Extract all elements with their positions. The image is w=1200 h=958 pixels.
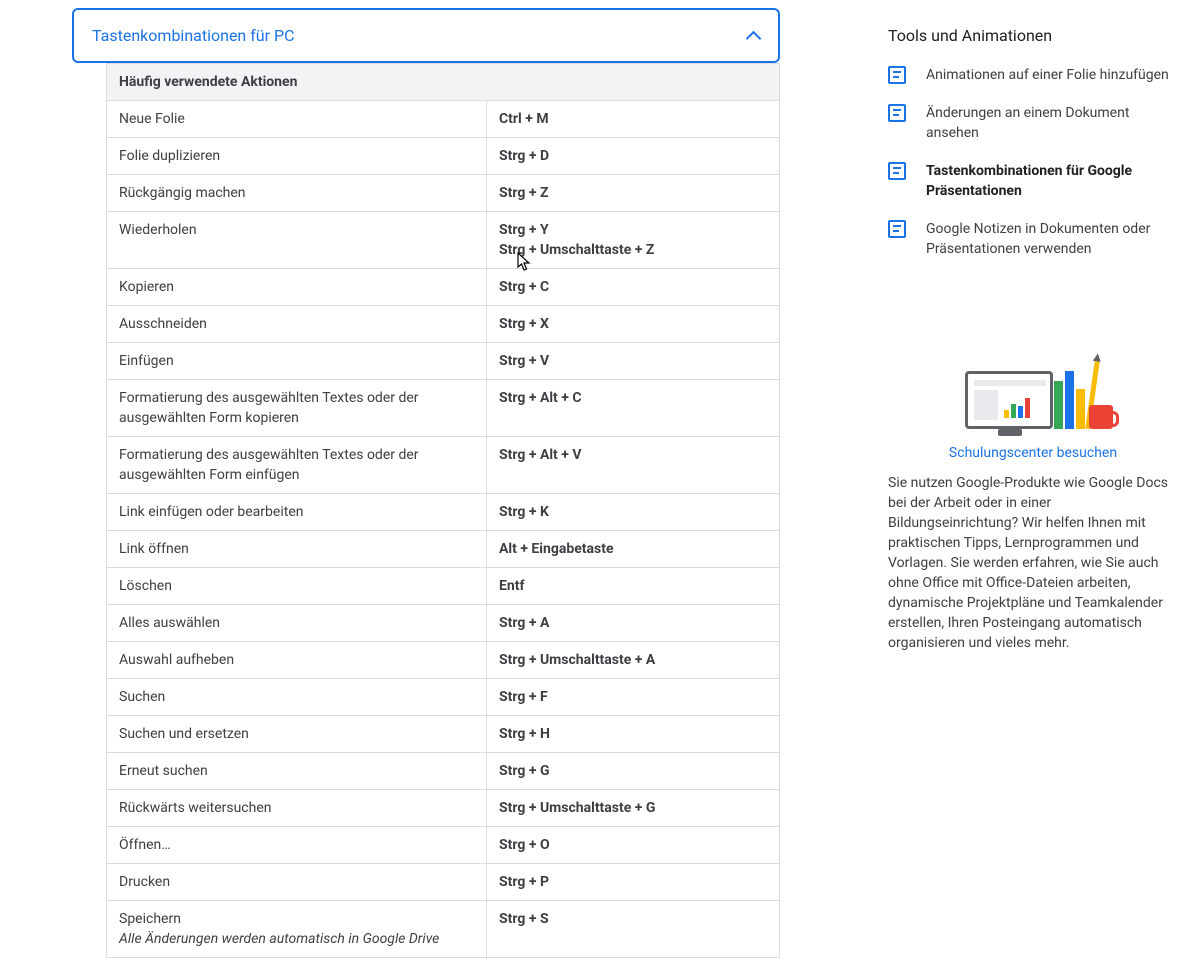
sidebar-item[interactable]: Animationen auf einer Folie hinzufügen: [888, 65, 1178, 85]
table-row: Erneut suchenStrg + G: [107, 753, 780, 790]
sidebar-item-label: Google Notizen in Dokumenten oder Präsen…: [926, 219, 1178, 259]
promo-link[interactable]: Schulungscenter besuchen: [888, 445, 1178, 461]
sidebar-item[interactable]: Google Notizen in Dokumenten oder Präsen…: [888, 219, 1178, 259]
sidebar-item-label: Animationen auf einer Folie hinzufügen: [926, 65, 1169, 85]
document-icon: [888, 66, 906, 84]
shortcut-cell: Strg + C: [487, 269, 780, 306]
shortcut-cell: Strg + V: [487, 343, 780, 380]
table-header: Häufig verwendete Aktionen: [107, 64, 780, 101]
action-cell: Öffnen…: [107, 827, 487, 864]
shortcut-cell: Strg + F: [487, 679, 780, 716]
sidebar-item[interactable]: Tastenkombinationen für Google Präsentat…: [888, 161, 1178, 201]
action-cell: Formatierung des ausgewählten Textes ode…: [107, 380, 487, 437]
action-cell: Erneut suchen: [107, 753, 487, 790]
table-row: SpeichernAlle Änderungen werden automati…: [107, 901, 780, 958]
promo-illustration: [953, 359, 1113, 439]
action-cell: Suchen und ersetzen: [107, 716, 487, 753]
action-cell: Ausschneiden: [107, 306, 487, 343]
document-icon: [888, 104, 906, 122]
action-cell: Suchen: [107, 679, 487, 716]
table-row: Formatierung des ausgewählten Textes ode…: [107, 437, 780, 494]
table-row: Link öffnenAlt + Eingabetaste: [107, 531, 780, 568]
shortcut-cell: Strg + S: [487, 901, 780, 958]
sidebar-title: Tools und Animationen: [888, 26, 1178, 45]
table-row: Formatierung des ausgewählten Textes ode…: [107, 380, 780, 437]
action-cell: Link öffnen: [107, 531, 487, 568]
table-row: Folie duplizierenStrg + D: [107, 138, 780, 175]
sidebar-item-label: Änderungen an einem Dokument ansehen: [926, 103, 1178, 143]
action-cell: Folie duplizieren: [107, 138, 487, 175]
action-cell: Wiederholen: [107, 212, 487, 269]
table-row: Neue FolieCtrl + M: [107, 101, 780, 138]
table-row: Auswahl aufhebenStrg + Umschalttaste + A: [107, 642, 780, 679]
accordion-title: Tastenkombinationen für PC: [92, 26, 295, 45]
table-row: AusschneidenStrg + X: [107, 306, 780, 343]
table-row: WiederholenStrg + YStrg + Umschalttaste …: [107, 212, 780, 269]
table-row: EinfügenStrg + V: [107, 343, 780, 380]
table-row: Rückwärts weitersuchenStrg + Umschalttas…: [107, 790, 780, 827]
shortcut-cell: Strg + P: [487, 864, 780, 901]
shortcut-cell: Alt + Eingabetaste: [487, 531, 780, 568]
action-cell: Kopieren: [107, 269, 487, 306]
shortcut-cell: Entf: [487, 568, 780, 605]
shortcut-cell: Strg + Alt + V: [487, 437, 780, 494]
table-row: Rückgängig machenStrg + Z: [107, 175, 780, 212]
table-row: Suchen und ersetzenStrg + H: [107, 716, 780, 753]
action-cell: Auswahl aufheben: [107, 642, 487, 679]
sidebar-item[interactable]: Änderungen an einem Dokument ansehen: [888, 103, 1178, 143]
promo-text: Sie nutzen Google-Produkte wie Google Do…: [888, 473, 1178, 653]
action-cell: Neue Folie: [107, 101, 487, 138]
action-cell: Formatierung des ausgewählten Textes ode…: [107, 437, 487, 494]
shortcut-cell: Strg + G: [487, 753, 780, 790]
shortcut-cell: Strg + Alt + C: [487, 380, 780, 437]
document-icon: [888, 220, 906, 238]
shortcuts-table: Häufig verwendete Aktionen Neue FolieCtr…: [106, 63, 780, 958]
action-cell: Rückgängig machen: [107, 175, 487, 212]
shortcut-cell: Strg + O: [487, 827, 780, 864]
table-row: Alles auswählenStrg + A: [107, 605, 780, 642]
shortcut-cell: Strg + YStrg + Umschalttaste + Z: [487, 212, 780, 269]
shortcut-cell: Strg + Umschalttaste + A: [487, 642, 780, 679]
action-cell: Rückwärts weitersuchen: [107, 790, 487, 827]
action-cell: Löschen: [107, 568, 487, 605]
shortcut-cell: Strg + K: [487, 494, 780, 531]
shortcut-cell: Strg + X: [487, 306, 780, 343]
action-note: Alle Änderungen werden automatisch in Go…: [119, 931, 439, 947]
table-row: SuchenStrg + F: [107, 679, 780, 716]
promo-box: Schulungscenter besuchen Sie nutzen Goog…: [888, 359, 1178, 653]
shortcut-cell: Strg + D: [487, 138, 780, 175]
shortcut-cell: Strg + Z: [487, 175, 780, 212]
chevron-up-icon: [746, 29, 760, 43]
document-icon: [888, 162, 906, 180]
shortcut-cell: Strg + H: [487, 716, 780, 753]
shortcut-cell: Strg + A: [487, 605, 780, 642]
action-cell: Alles auswählen: [107, 605, 487, 642]
action-cell: Einfügen: [107, 343, 487, 380]
table-row: KopierenStrg + C: [107, 269, 780, 306]
action-cell: Link einfügen oder bearbeiten: [107, 494, 487, 531]
accordion-header-pc-shortcuts[interactable]: Tastenkombinationen für PC: [72, 8, 780, 63]
action-cell: SpeichernAlle Änderungen werden automati…: [107, 901, 487, 958]
shortcut-cell: Strg + Umschalttaste + G: [487, 790, 780, 827]
action-cell: Drucken: [107, 864, 487, 901]
table-row: DruckenStrg + P: [107, 864, 780, 901]
shortcut-cell: Ctrl + M: [487, 101, 780, 138]
sidebar-item-label: Tastenkombinationen für Google Präsentat…: [926, 161, 1178, 201]
table-row: LöschenEntf: [107, 568, 780, 605]
table-row: Öffnen…Strg + O: [107, 827, 780, 864]
table-row: Link einfügen oder bearbeitenStrg + K: [107, 494, 780, 531]
